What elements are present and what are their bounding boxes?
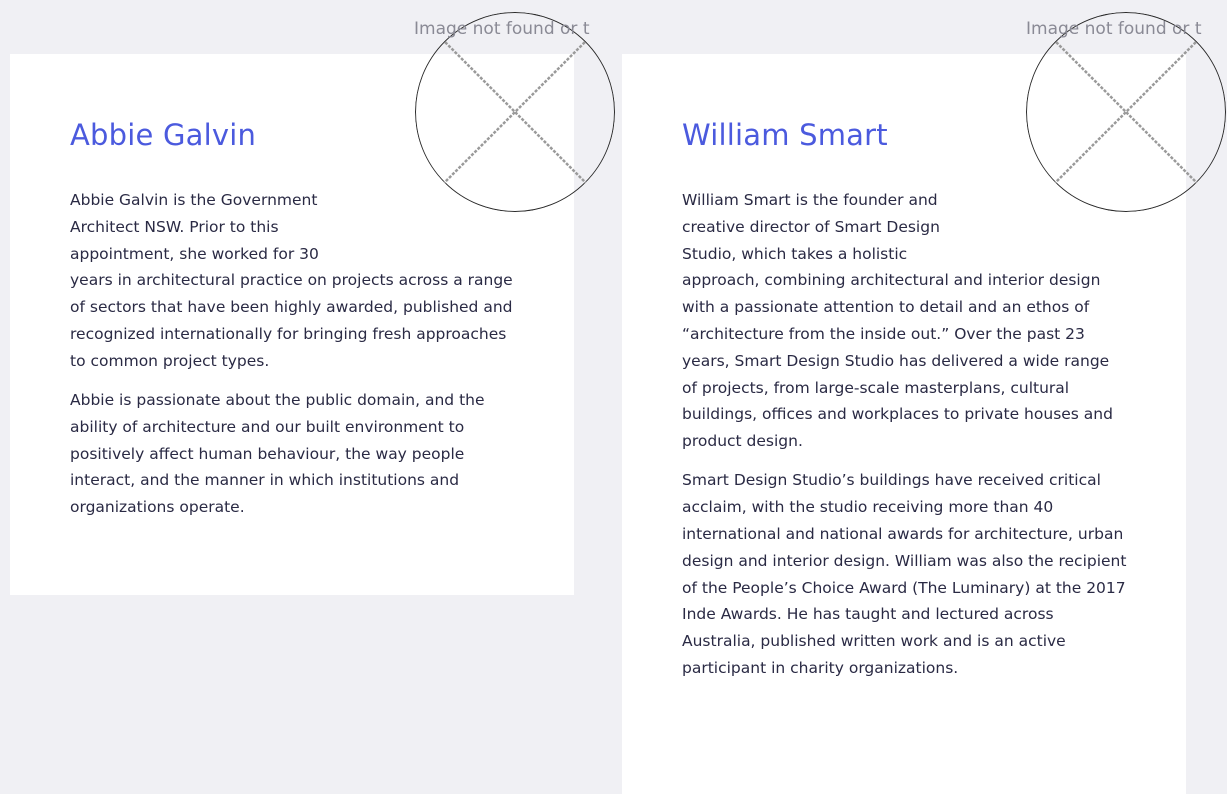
- profile-bio: Abbie Galvin is the Government Architect…: [70, 187, 515, 534]
- image-alt-text: Image not found or t: [414, 19, 590, 39]
- profile-photo-abbie-galvin: [415, 12, 615, 212]
- profile-name: Abbie Galvin: [70, 118, 257, 152]
- bio-paragraph: Smart Design Studio’s buildings have rec…: [682, 471, 1127, 678]
- profile-name: William Smart: [682, 118, 888, 152]
- broken-image-icon: [1052, 38, 1200, 186]
- image-alt-text: Image not found or t: [1026, 19, 1202, 39]
- bio-paragraph: Abbie is passionate about the public dom…: [70, 391, 485, 517]
- profile-bio: William Smart is the founder and creativ…: [682, 187, 1127, 694]
- broken-image-icon: [441, 38, 589, 186]
- profile-photo-william-smart: [1026, 12, 1226, 212]
